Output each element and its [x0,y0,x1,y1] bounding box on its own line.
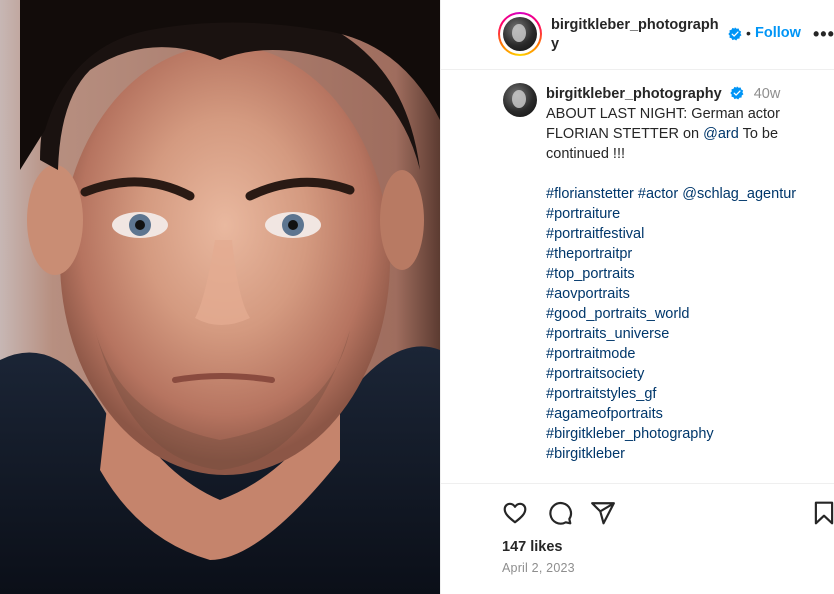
mention-link[interactable]: @schlag_agentur [682,186,796,202]
post-time-ago[interactable]: 40w [754,86,781,102]
post-actions: 147 likes April 2, 2023 [441,484,834,594]
hashtag-link[interactable]: #portraitsociety [546,364,831,384]
hashtag-link[interactable]: #theportraitpr [546,244,831,264]
caption-author-avatar[interactable] [503,83,537,117]
mention-link[interactable]: @ard [703,126,739,142]
hashtag-link[interactable]: #portraitstyles_gf [546,384,831,404]
likes-count[interactable]: 147 likes [502,539,562,555]
bookmark-icon[interactable] [811,500,834,526]
author-avatar[interactable] [498,12,542,56]
post-header: birgitkleber_photograph y • Follow ••• [441,0,834,70]
portrait-image [0,0,440,594]
follow-button[interactable]: Follow [755,25,801,41]
caption-body: birgitkleber_photography 40w ABOUT LAST … [546,84,831,464]
hashtag-list: #florianstetter #actor @schlag_agentur #… [546,184,831,464]
hashtag-link[interactable]: #portraits_universe [546,324,831,344]
paper-plane-icon[interactable] [590,500,616,526]
hashtag-link[interactable]: #agameofportraits [546,404,831,424]
post-details-pane: birgitkleber_photograph y • Follow ••• b… [440,0,834,594]
separator-dot: • [746,25,751,41]
avatar-image [503,17,537,51]
hashtag-link[interactable]: #portraitfestival [546,224,831,244]
hashtag-link[interactable]: #actor [638,186,678,202]
hashtag-link[interactable]: #good_portraits_world [546,304,831,324]
hashtag-first-line: #florianstetter #actor @schlag_agentur [546,184,831,204]
hashtag-link[interactable]: #portraitmode [546,344,831,364]
hashtag-link[interactable]: #florianstetter [546,186,634,202]
verified-badge-icon [730,86,744,100]
hashtag-link[interactable]: #aovportraits [546,284,831,304]
caption-author-username[interactable]: birgitkleber_photography [546,86,722,102]
post-date[interactable]: April 2, 2023 [502,561,575,575]
caption-section: birgitkleber_photography 40w ABOUT LAST … [441,70,834,484]
author-username-link[interactable]: birgitkleber_photograph y [551,16,727,54]
hashtag-link[interactable]: #portraiture [546,204,831,224]
verified-badge-icon [728,27,742,41]
post-photo[interactable] [0,0,440,594]
hashtag-link[interactable]: #birgitkleber_photography [546,424,831,444]
hashtag-link[interactable]: #top_portraits [546,264,831,284]
heart-icon[interactable] [502,500,528,526]
comment-icon[interactable] [547,500,573,526]
more-options-icon[interactable]: ••• [813,24,834,45]
hashtag-link[interactable]: #birgitkleber [546,444,831,464]
caption-text: ABOUT LAST NIGHT: German actor FLORIAN S… [546,104,831,164]
